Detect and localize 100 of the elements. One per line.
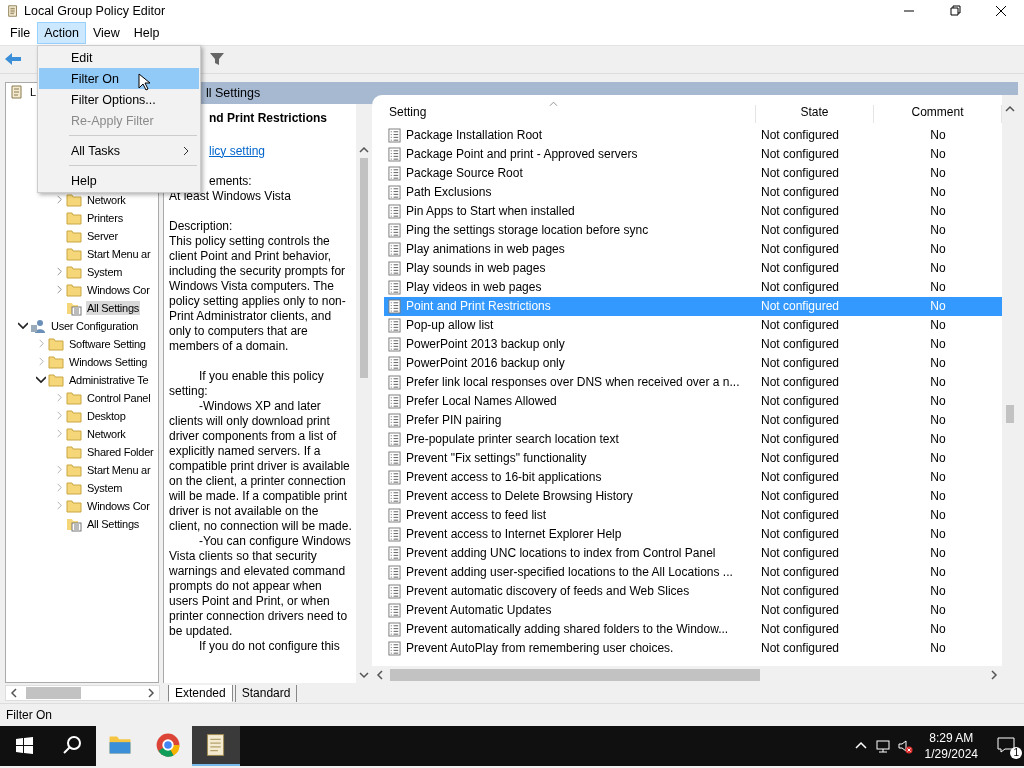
policy-icon [9, 83, 25, 100]
collapse-chevron-icon[interactable] [18, 320, 28, 331]
tree-item[interactable]: Software Setting [68, 336, 147, 351]
scroll-up-icon[interactable] [1005, 104, 1015, 113]
tree-item[interactable]: Desktop [86, 408, 127, 423]
table-row[interactable]: Path Exclusions Not configured No [384, 182, 1002, 202]
table-row[interactable]: Pop-up allow list Not configured No [384, 315, 1002, 335]
table-row[interactable]: Prefer PIN pairing Not configured No [384, 410, 1002, 430]
tree-item[interactable]: Control Panel [86, 390, 152, 405]
table-row[interactable]: Prevent access to 16-bit applications Not configured No [384, 467, 1002, 487]
policy-setting-icon [388, 526, 401, 542]
table-row[interactable]: Play animations in web pages Not configured No [384, 239, 1002, 259]
scrollbar[interactable] [5, 685, 160, 702]
tree-item[interactable]: Windows Setting [68, 354, 149, 369]
table-row[interactable]: Package Source Root Not configured No [384, 163, 1002, 183]
setting-name: Point and Print Restrictions [406, 299, 551, 314]
folder-icon [66, 497, 82, 514]
policy-setting-icon [388, 564, 401, 580]
table-row[interactable]: Pre-populate printer search location text Not configured No [384, 429, 1002, 449]
menu-item[interactable]: Action [37, 22, 86, 45]
table-row[interactable]: Prevent "Fix settings" functionality Not configured No [384, 448, 1002, 468]
policy-setting-icon [388, 298, 401, 314]
table-row[interactable]: Prefer link local responses over DNS when received over a n... Not configured No [384, 372, 1002, 392]
scroll-right-icon[interactable] [990, 669, 998, 680]
expand-chevron-icon[interactable] [54, 195, 64, 205]
scroll-left-icon[interactable] [376, 669, 384, 680]
back-arrow-icon[interactable] [4, 51, 22, 68]
scroll-right-icon[interactable] [147, 688, 155, 699]
table-row[interactable]: Package Point and print - Approved servers Not configured No [384, 144, 1002, 164]
scroll-thumb[interactable] [26, 687, 81, 700]
scroll-thumb[interactable] [1006, 404, 1014, 423]
comment-cell-text: No [929, 489, 947, 504]
tree-item[interactable]: Start Menu ar [86, 246, 152, 261]
table-row[interactable]: Prevent adding UNC locations to index from Control Panel Not configured No [384, 543, 1002, 563]
policy-setting-icon [388, 336, 401, 352]
table-row[interactable]: PowerPoint 2016 backup only Not configured No [384, 353, 1002, 373]
filter-icon[interactable] [208, 51, 226, 68]
table-row[interactable]: Prevent AutoPlay from remembering user choices. Not configured No [384, 638, 1002, 658]
menu-option[interactable]: Edit [39, 47, 199, 68]
column-header[interactable]: State [756, 104, 874, 123]
description-paragraph: -You can configure Windows Vista clients so that security warnings and elevated command prompts do not appear when users Point and Print, or when printer connection drivers need to be updated. [169, 533, 352, 639]
notification-icon[interactable] [996, 735, 1016, 755]
view-tab[interactable]: Extended [168, 684, 233, 702]
table-row[interactable]: Pin Apps to Start when installed Not configured No [384, 201, 1002, 221]
tree-item[interactable]: L [29, 84, 37, 99]
scroll-thumb[interactable] [390, 668, 760, 681]
view-tab[interactable]: Standard [234, 684, 298, 702]
clock[interactable]: 8:29 AM 1/29/2024 [924, 730, 978, 762]
tree-item[interactable]: Administrative Te [68, 372, 150, 387]
tree-item[interactable]: All Settings [86, 300, 141, 315]
setting-name: Prevent automatically adding shared folders to the Window... [406, 622, 729, 637]
menu-option[interactable]: All Tasks [39, 140, 199, 161]
table-row[interactable]: PowerPoint 2013 backup only Not configured No [384, 334, 1002, 354]
table-row[interactable]: Play videos in web pages Not configured No [384, 277, 1002, 297]
table-row[interactable]: Prevent adding user-specified locations to the All Locations ... Not configured No [384, 562, 1002, 582]
folder-icon [66, 209, 82, 226]
tree-item[interactable]: User Configuration [50, 318, 140, 333]
table-row[interactable]: Play sounds in web pages Not configured No [384, 258, 1002, 278]
collapse-chevron-icon[interactable] [36, 374, 46, 385]
scroll-thumb[interactable] [360, 157, 368, 378]
menu-item[interactable]: View [85, 22, 127, 45]
tree-item[interactable]: System [86, 264, 124, 279]
table-row[interactable]: Prevent automatically adding shared folders to the Window... Not configured No [384, 619, 1002, 639]
description-label: Description: [169, 218, 234, 234]
menu-item[interactable]: Help [126, 22, 167, 45]
column-header[interactable]: Setting [384, 104, 756, 123]
tree-item[interactable]: Windows Cor [86, 498, 151, 513]
tree-item[interactable]: Windows Cor [86, 282, 151, 297]
tree-item[interactable]: Start Menu ar [86, 462, 152, 477]
tree-item[interactable]: System [86, 480, 124, 495]
tree-item[interactable]: Printers [86, 210, 124, 225]
comment-cell-text: No [929, 261, 947, 276]
tree-item[interactable]: All Settings [86, 516, 141, 531]
table-row[interactable]: Package Installation Root Not configured No [384, 125, 1002, 145]
scrollbar[interactable] [356, 103, 372, 684]
folder-icon [66, 425, 82, 442]
menu-item[interactable]: File [3, 22, 38, 45]
table-row[interactable]: Prevent automatic discovery of feeds and Web Slices Not configured No [384, 581, 1002, 601]
policy-setting-icon [388, 488, 401, 504]
table-row[interactable]: Prevent Automatic Updates Not configured No [384, 600, 1002, 620]
tree-item[interactable]: Shared Folder [86, 444, 155, 459]
scroll-document-icon[interactable] [192, 726, 240, 766]
table-row[interactable]: Prevent access to Internet Explorer Help Not configured No [384, 524, 1002, 544]
scroll-left-icon[interactable] [10, 688, 18, 699]
menu-option[interactable]: Filter Options... [39, 89, 199, 110]
network-icon[interactable] [874, 738, 891, 754]
tree-item[interactable]: Network [86, 192, 127, 207]
menu-option[interactable]: Filter On [39, 68, 199, 89]
table-row[interactable]: Prevent access to feed list Not configured No [384, 505, 1002, 525]
description-paragraph: This policy setting controls the client Point and Print behavior, including the security prompts for Windows Vista computers. The policy setting applies only to non-Print Administrator clients, and only to computers that are members of a domain. [169, 233, 347, 354]
table-row[interactable]: Ping the settings storage location before sync Not configured No [384, 220, 1002, 240]
tree-item[interactable]: Network [86, 426, 127, 441]
volume-muted-icon[interactable] [896, 738, 913, 754]
scroll-up-icon[interactable] [359, 145, 369, 154]
table-row[interactable]: Prevent access to Delete Browsing History Not configured No [384, 486, 1002, 506]
table-row[interactable]: Prefer Local Names Allowed Not configured No [384, 391, 1002, 411]
tree-item[interactable]: Server [86, 228, 119, 243]
menu-option[interactable]: Help [39, 170, 199, 191]
scroll-down-icon[interactable] [359, 671, 369, 680]
policy-setting-icon [388, 146, 401, 162]
